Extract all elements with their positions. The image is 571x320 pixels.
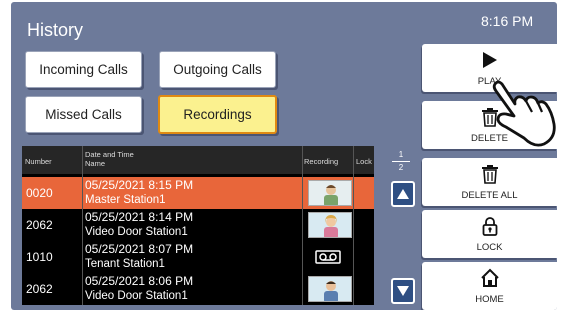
column-name: Name: [85, 159, 106, 168]
row-name: Video Door Station1: [85, 226, 188, 238]
tab-missed-calls[interactable]: Missed Calls: [25, 96, 142, 133]
history-table: Number Date and Time Name Recording Lock…: [22, 146, 374, 305]
column-number: Number: [25, 157, 52, 166]
play-icon: [482, 52, 497, 68]
column-recording: Recording: [304, 157, 339, 166]
row-number: 0020: [26, 186, 53, 200]
scroll-down-button[interactable]: [391, 278, 415, 304]
recording-thumbnail: [308, 276, 352, 302]
tab-recordings[interactable]: Recordings: [158, 95, 277, 134]
row-number: 1010: [26, 250, 53, 264]
page-current: 1: [398, 150, 404, 159]
page-total: 2: [398, 163, 404, 172]
delete-all-label: DELETE ALL: [461, 190, 518, 201]
home-button[interactable]: HOME: [422, 262, 557, 310]
column-divider: [82, 146, 83, 305]
column-divider: [353, 146, 354, 305]
row-datetime: 05/25/2021 8:07 PM: [85, 242, 194, 256]
history-screen: History 8:16 PM Incoming Calls Outgoing …: [11, 2, 557, 310]
delete-all-button[interactable]: DELETE ALL: [422, 158, 557, 206]
page-divider: [392, 161, 410, 162]
row-name: Tenant Station1: [85, 258, 165, 270]
row-number: 2062: [26, 282, 53, 296]
voicemail-icon: [315, 250, 341, 264]
arrow-up-icon: [397, 189, 409, 199]
clock: 8:16 PM: [481, 13, 534, 29]
table-header: Number Date and Time Name Recording Lock: [22, 146, 374, 174]
table-row[interactable]: 2062 05/25/2021 8:06 PM Video Door Stati…: [22, 273, 374, 305]
row-number: 2062: [26, 218, 53, 232]
pointing-hand-icon: [492, 80, 556, 147]
column-divider: [302, 146, 303, 305]
page-title: History: [27, 20, 84, 40]
table-row[interactable]: 0020 05/25/2021 8:15 PM Master Station1: [22, 177, 374, 209]
home-icon: [480, 268, 499, 287]
home-label: HOME: [475, 294, 504, 305]
tab-incoming-calls[interactable]: Incoming Calls: [25, 51, 142, 88]
lock-button[interactable]: LOCK: [422, 210, 557, 258]
row-datetime: 05/25/2021 8:14 PM: [85, 210, 194, 224]
row-datetime: 05/25/2021 8:06 PM: [85, 274, 194, 288]
row-name: Master Station1: [85, 194, 166, 206]
recording-thumbnail: [308, 180, 352, 206]
row-datetime: 05/25/2021 8:15 PM: [85, 178, 194, 192]
table-row[interactable]: 2062 05/25/2021 8:14 PM Video Door Stati…: [22, 209, 374, 241]
scroll-up-button[interactable]: [391, 181, 415, 207]
page-indicator: 1 2: [389, 150, 413, 173]
lock-icon: [482, 217, 497, 236]
tab-outgoing-calls[interactable]: Outgoing Calls: [159, 51, 276, 88]
lock-label: LOCK: [476, 242, 503, 253]
trash-icon: [481, 165, 498, 184]
column-lock: Lock: [356, 157, 372, 166]
table-row[interactable]: 1010 05/25/2021 8:07 PM Tenant Station1: [22, 241, 374, 273]
column-datetime: Date and Time: [85, 150, 134, 159]
recording-thumbnail: [308, 212, 352, 238]
row-name: Video Door Station1: [85, 290, 188, 302]
arrow-down-icon: [397, 286, 409, 296]
